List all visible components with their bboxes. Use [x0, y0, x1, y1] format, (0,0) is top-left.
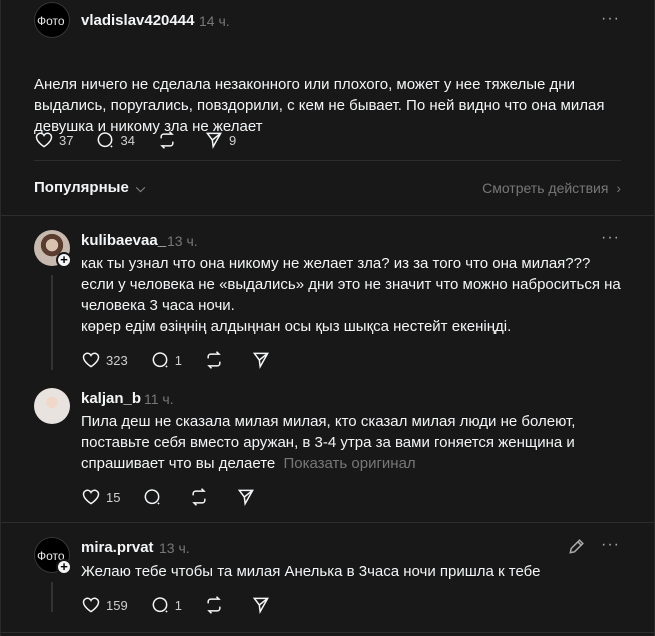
reply-count: 1	[174, 352, 182, 368]
sort-dropdown[interactable]: Популярные ⌵	[34, 179, 145, 196]
avatar-placeholder-text: Фото	[34, 2, 70, 38]
comment-timestamp[interactable]: 13 ч.	[167, 233, 198, 249]
reply-count: 1	[174, 597, 182, 613]
divider	[1, 522, 654, 523]
comment-actions: 159 1	[81, 593, 298, 617]
view-activity-label: Смотреть действия	[482, 180, 609, 196]
repost-icon	[192, 488, 207, 506]
send-icon	[238, 489, 255, 507]
repost-button[interactable]	[189, 487, 214, 507]
thread-line	[51, 275, 53, 370]
share-button[interactable]	[236, 487, 261, 507]
comment-actions: 15	[81, 485, 283, 509]
thread-line	[51, 582, 53, 612]
edit-pencil-icon[interactable]	[567, 536, 587, 556]
heart-icon	[82, 597, 100, 613]
divider	[34, 160, 621, 161]
comment-username[interactable]: kulibaevaa_	[81, 232, 166, 249]
follow-plus-icon[interactable]: +	[56, 559, 72, 575]
repost-icon	[207, 351, 221, 369]
comment-icon	[145, 489, 161, 505]
like-count: 323	[106, 352, 128, 368]
comment-timestamp[interactable]: 13 ч.	[159, 540, 190, 556]
heart-icon	[35, 132, 53, 148]
thread-page: Фото vladislav420444 14 ч. ··· Анеля нич…	[0, 0, 655, 636]
reply-button[interactable]: 1	[150, 595, 182, 615]
repost-icon	[207, 596, 221, 614]
more-options-icon[interactable]: ···	[601, 11, 620, 27]
comment-icon	[98, 132, 114, 148]
share-button[interactable]	[251, 350, 276, 370]
commenter-avatar[interactable]	[34, 388, 70, 424]
reply-button[interactable]	[142, 487, 167, 507]
like-button[interactable]: 159	[81, 595, 128, 615]
reply-button[interactable]: 1	[150, 350, 182, 370]
like-count: 37	[59, 132, 74, 148]
like-button[interactable]: 37	[34, 130, 73, 150]
replies-sort-bar: Популярные ⌵ Смотреть действия ›	[34, 176, 621, 200]
view-activity-link[interactable]: Смотреть действия ›	[482, 180, 621, 196]
divider	[1, 632, 654, 633]
share-count: 9	[228, 132, 237, 148]
comment-text: Желаю тебе чтобы та милая Анелька в 3час…	[81, 563, 541, 580]
chevron-right-icon: ›	[616, 180, 621, 196]
like-count: 159	[106, 597, 128, 613]
repost-button[interactable]	[204, 595, 229, 615]
share-button[interactable]: 9	[204, 130, 236, 150]
like-count: 15	[106, 489, 121, 505]
comment-text-extra: көрер едім өзіңнің алдыңнан осы қыз шықс…	[81, 318, 512, 335]
comment-actions: 323 1	[81, 348, 298, 372]
send-icon	[252, 352, 269, 370]
send-icon	[252, 597, 269, 615]
chevron-down-icon: ⌵	[135, 181, 146, 195]
repost-button[interactable]	[204, 350, 229, 370]
comment-icon	[152, 597, 168, 613]
show-original-link[interactable]: Показать оригинал	[283, 455, 415, 472]
heart-icon	[82, 352, 100, 368]
sort-label: Популярные	[34, 179, 129, 196]
post-actions: 37 34 9	[34, 128, 258, 152]
more-options-icon[interactable]: ···	[601, 230, 620, 246]
comment-text: как ты узнал что она никому не желает зл…	[81, 255, 621, 314]
author-avatar[interactable]: Фото	[34, 2, 70, 38]
more-options-icon[interactable]: ···	[601, 537, 620, 553]
comment-timestamp[interactable]: 11 ч.	[144, 391, 174, 407]
divider	[1, 215, 654, 216]
post-timestamp[interactable]: 14 ч.	[199, 13, 230, 29]
like-button[interactable]: 15	[81, 487, 120, 507]
post-author-username[interactable]: vladislav420444	[81, 12, 194, 29]
comment-icon	[152, 352, 168, 368]
repost-button[interactable]	[157, 130, 182, 150]
like-button[interactable]: 323	[81, 350, 128, 370]
share-button[interactable]	[251, 595, 276, 615]
comment-username[interactable]: mira.prvat	[81, 539, 154, 556]
follow-plus-icon[interactable]: +	[56, 252, 72, 268]
reply-count: 34	[120, 132, 135, 148]
repost-icon	[160, 131, 174, 149]
comment-username[interactable]: kaljan_b	[81, 390, 141, 407]
send-icon	[205, 132, 222, 150]
reply-button[interactable]: 34	[95, 130, 135, 150]
comment-text: Пила деш не сказала милая милая, кто ска…	[81, 411, 626, 474]
heart-icon	[82, 489, 100, 505]
